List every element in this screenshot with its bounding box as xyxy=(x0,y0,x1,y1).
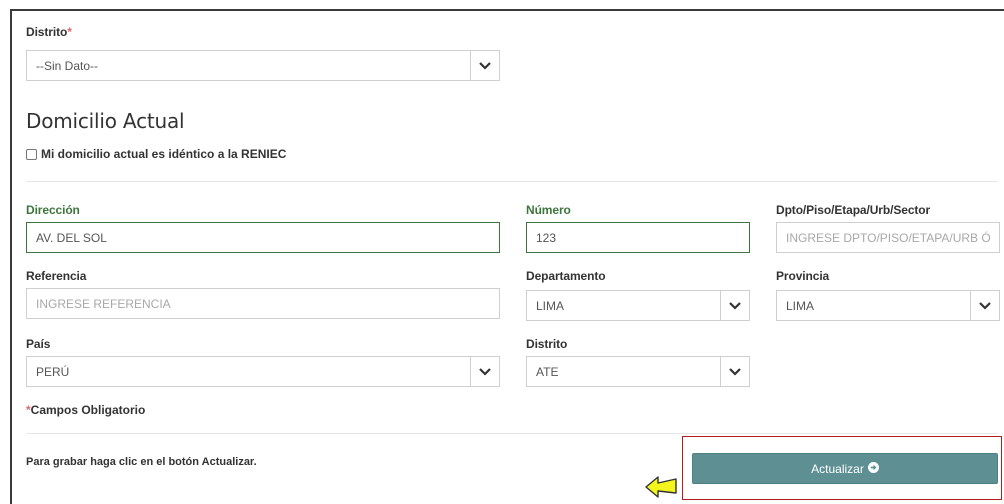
referencia-label: Referencia xyxy=(26,269,87,283)
actualizar-label: Actualizar xyxy=(811,461,864,476)
section-title: Domicilio Actual xyxy=(26,109,185,133)
numero-label: Número xyxy=(526,203,571,217)
referencia-input[interactable]: INGRESE REFERENCIA xyxy=(26,288,500,319)
pais-label: País xyxy=(26,337,51,351)
same-as-reniec-label: Mi domicilio actual es idéntico a la REN… xyxy=(41,147,287,161)
direccion-input[interactable]: AV. DEL SOL xyxy=(26,222,500,253)
dpto-label: Dpto/Piso/Etapa/Urb/Sector xyxy=(776,203,931,217)
distrito-label: Distrito xyxy=(526,337,568,351)
chevron-down-icon xyxy=(720,357,749,386)
provincia-select[interactable]: LIMA xyxy=(776,290,1000,321)
form-panel xyxy=(10,9,1004,504)
actualizar-button[interactable]: Actualizar xyxy=(692,453,998,484)
provincia-label: Provincia xyxy=(776,269,830,283)
numero-input[interactable]: 123 xyxy=(526,222,750,253)
save-hint: Para grabar haga clic en el botón Actual… xyxy=(26,456,257,468)
same-as-reniec-row[interactable]: Mi domicilio actual es idéntico a la REN… xyxy=(26,147,286,161)
divider xyxy=(26,181,998,182)
direccion-label: Dirección xyxy=(26,203,80,217)
chevron-down-icon xyxy=(720,291,749,320)
distrito-top-label: Distrito* xyxy=(26,25,72,39)
arrow-circle-right-icon xyxy=(867,461,879,476)
pointer-arrow-icon xyxy=(645,476,677,498)
required-note: *Campos Obligatorio xyxy=(26,403,146,417)
chevron-down-icon xyxy=(970,291,999,320)
distrito-top-select[interactable]: --Sin Dato-- xyxy=(26,50,500,81)
distrito-select[interactable]: ATE xyxy=(526,356,750,387)
departamento-label: Departamento xyxy=(526,269,606,283)
divider xyxy=(26,433,998,434)
pais-select[interactable]: PERÚ xyxy=(26,356,500,387)
chevron-down-icon xyxy=(470,357,499,386)
chevron-down-icon xyxy=(470,51,499,80)
same-as-reniec-checkbox[interactable] xyxy=(26,148,37,160)
departamento-select[interactable]: LIMA xyxy=(526,290,750,321)
dpto-input[interactable]: INGRESE DPTO/PISO/ETAPA/URB Ó xyxy=(776,222,1000,253)
